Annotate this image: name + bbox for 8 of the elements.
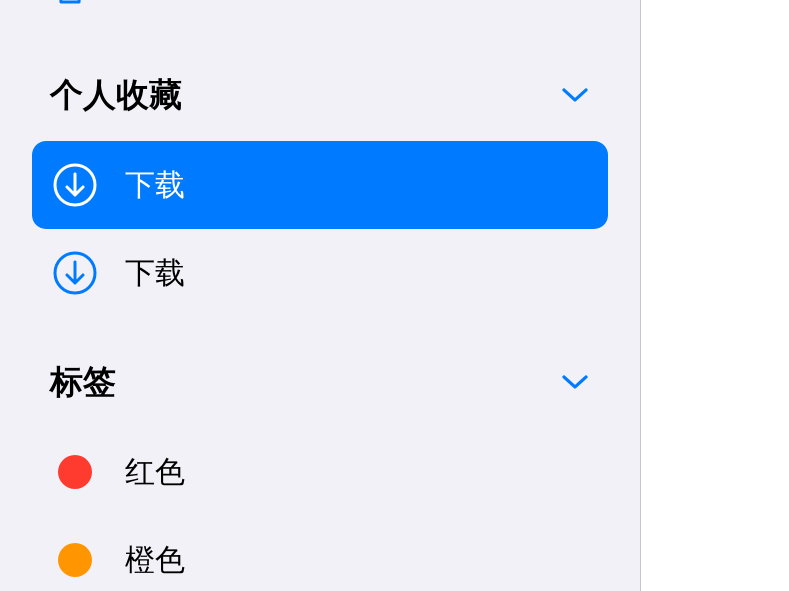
- sidebar-item[interactable]: 橙色: [32, 516, 608, 591]
- sidebar-item[interactable]: 红色: [32, 428, 608, 516]
- download-icon: [53, 251, 97, 295]
- section-title: 个人收藏: [50, 76, 182, 114]
- sidebar-item[interactable]: 下载: [32, 141, 608, 229]
- section-title: 标签: [50, 363, 116, 401]
- sidebar-item[interactable]: 下载: [32, 229, 608, 317]
- download-icon: [53, 163, 97, 207]
